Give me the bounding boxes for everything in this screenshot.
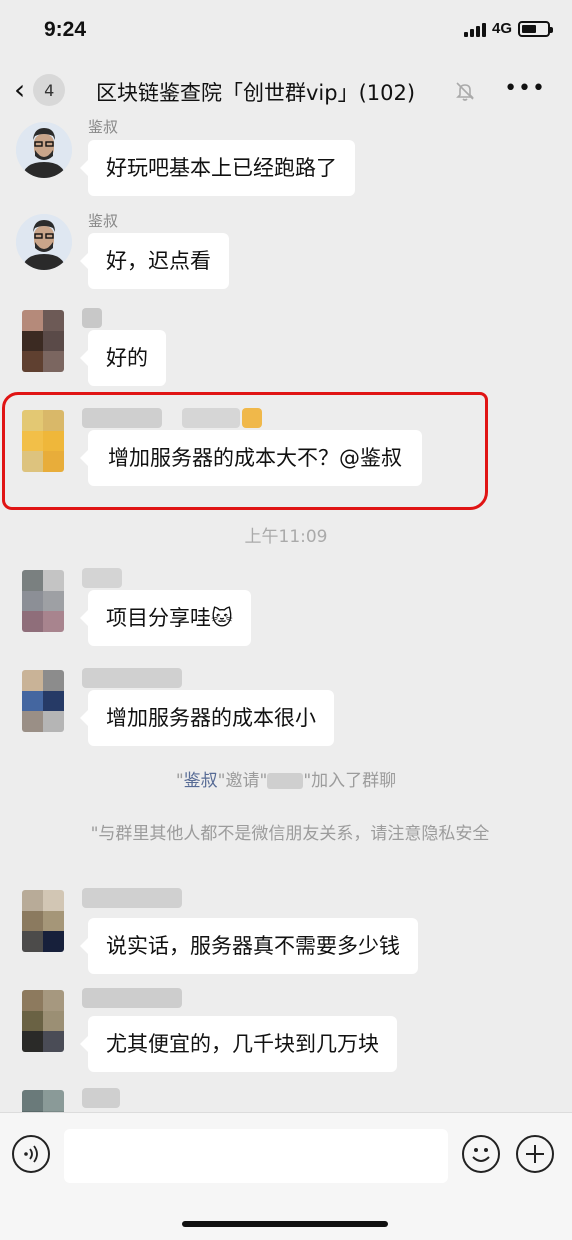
home-indicator	[182, 1221, 388, 1227]
input-bar	[0, 1112, 572, 1240]
message-bubble[interactable]: 项目分享哇🐱	[80, 590, 251, 646]
message-bubble[interactable]: 好，迟点看	[80, 233, 229, 289]
sender-name-blurred	[82, 888, 182, 908]
chevron-left-icon: ‹	[14, 73, 26, 106]
more-icon[interactable]: •••	[504, 76, 546, 101]
avatar[interactable]	[22, 570, 64, 632]
message-bubble[interactable]: 尤其便宜的，几千块到几万块	[80, 1016, 397, 1072]
avatar[interactable]	[22, 310, 64, 372]
status-icons: 4G	[463, 20, 553, 37]
avatar[interactable]	[16, 214, 72, 270]
signal-icon	[463, 21, 486, 37]
voice-icon[interactable]	[12, 1135, 50, 1173]
bell-off-icon	[456, 82, 474, 101]
plus-icon[interactable]	[516, 1135, 554, 1173]
invite-end: "加入了群聊	[303, 771, 397, 791]
avatar[interactable]	[22, 670, 64, 732]
system-privacy-notice: "与群里其他人都不是微信朋友关系，请注意隐私安全	[90, 824, 490, 844]
network-label: 4G	[491, 20, 512, 37]
avatar[interactable]	[16, 122, 72, 178]
battery-icon	[518, 20, 553, 37]
plus-glyph	[526, 1145, 544, 1163]
sender-name-blurred	[82, 988, 182, 1008]
emoji-face	[472, 1148, 490, 1162]
invitee-blurred	[267, 773, 304, 789]
avatar[interactable]	[22, 890, 64, 952]
sender-name-blurred	[82, 1088, 120, 1108]
avatar[interactable]	[22, 990, 64, 1052]
emoji-icon[interactable]	[462, 1135, 500, 1173]
unread-badge: 4	[33, 74, 66, 106]
quote-open: "	[175, 771, 184, 791]
annotation-highlight	[2, 392, 488, 510]
message-bubble[interactable]: 增加服务器的成本很小	[80, 690, 334, 746]
system-invite-notice: "鉴叔"邀请" "加入了群聊	[0, 766, 572, 791]
back-button[interactable]: ‹ 4	[14, 72, 84, 108]
sender-name: 鉴叔	[88, 212, 119, 230]
message-bubble[interactable]: 说实话，服务器真不需要多少钱	[80, 918, 418, 974]
chat-header: ‹ 4 区块链鉴查院「创世群vip」(102) •••	[0, 62, 572, 118]
invite-mid: "邀请"	[217, 771, 268, 791]
avatar[interactable]	[22, 1090, 64, 1112]
voice-waves	[24, 1145, 38, 1163]
sender-name-blurred	[82, 568, 122, 588]
timestamp: 上午11:09	[244, 527, 328, 547]
message-list: 鉴叔 好玩吧基本上已经跑路了 鉴叔 好，迟点看 好的 增加服务器的成本大不？@鉴…	[0, 118, 572, 1112]
inviter-link[interactable]: 鉴叔	[184, 771, 218, 791]
sender-name: 鉴叔	[88, 118, 119, 136]
message-bubble[interactable]: 好的	[80, 330, 166, 386]
message-bubble[interactable]: 好玩吧基本上已经跑路了	[80, 140, 355, 196]
status-bar: 9:24 4G	[0, 0, 572, 62]
status-time: 9:24	[44, 18, 87, 41]
sender-name-blurred	[82, 308, 102, 328]
chat-title: 区块链鉴查院「创世群vip」(102)	[96, 81, 416, 105]
sender-name-blurred	[82, 668, 182, 688]
message-input[interactable]	[64, 1129, 448, 1183]
